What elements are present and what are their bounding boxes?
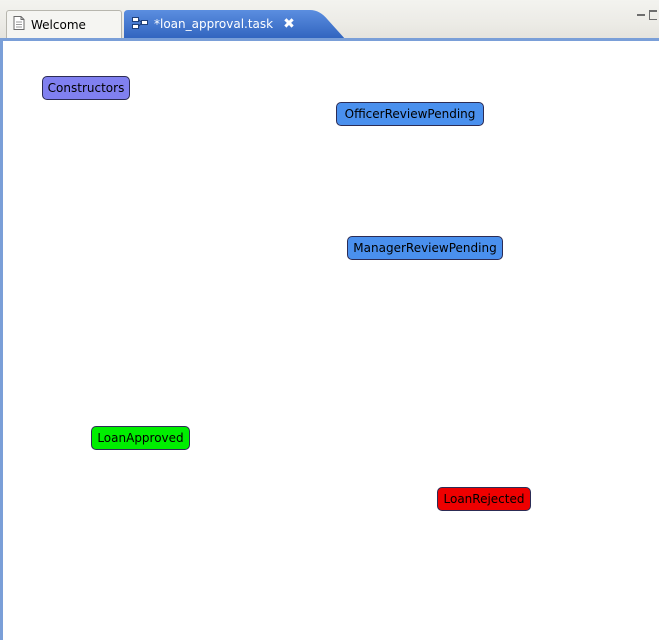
- tab-loan-approval[interactable]: *loan_approval.task ✖: [124, 10, 346, 40]
- state-node-loan-rejected[interactable]: LoanRejected: [437, 487, 531, 511]
- close-icon[interactable]: ✖: [283, 16, 295, 32]
- editor-window: Welcome *loan_approval.task ✖ Constructo…: [0, 0, 659, 640]
- tab-welcome-label: Welcome: [31, 17, 86, 32]
- state-node-officer-review-pending[interactable]: OfficerReviewPending: [336, 102, 484, 126]
- tab-loan-approval-label: *loan_approval.task: [154, 17, 274, 31]
- tab-welcome[interactable]: Welcome: [6, 10, 122, 38]
- diagram-canvas[interactable]: Constructors OfficerReviewPending Manage…: [0, 41, 659, 640]
- state-node-loan-approved[interactable]: LoanApproved: [91, 426, 190, 450]
- minimize-icon[interactable]: [637, 14, 645, 22]
- task-diagram-icon: [132, 16, 148, 33]
- state-node-constructors[interactable]: Constructors: [42, 76, 130, 100]
- maximize-icon[interactable]: [649, 10, 657, 20]
- state-node-manager-review-pending[interactable]: ManagerReviewPending: [347, 236, 503, 260]
- document-icon: [13, 16, 25, 33]
- editor-tab-bar: Welcome *loan_approval.task ✖: [0, 0, 659, 41]
- view-controls: [637, 10, 659, 24]
